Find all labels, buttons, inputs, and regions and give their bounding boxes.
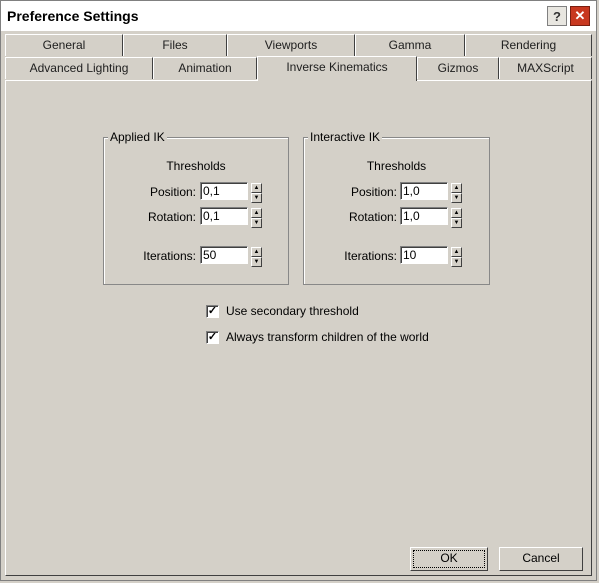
interactive-ik-group: Interactive IK Thresholds Position: ▲ ▼ …: [303, 130, 490, 285]
spinner-down-icon[interactable]: ▼: [251, 193, 262, 203]
interactive-position-row: Position: ▲ ▼: [304, 182, 489, 203]
spinner-down-icon[interactable]: ▼: [451, 257, 462, 267]
applied-ik-title: Applied IK: [108, 130, 167, 144]
close-icon: ✕: [574, 8, 586, 23]
applied-iterations-label: Iterations:: [143, 249, 196, 263]
interactive-rotation-spinner[interactable]: ▲ ▼: [451, 208, 462, 228]
tab-inverse-kinematics[interactable]: Inverse Kinematics: [257, 56, 417, 81]
applied-position-label: Position:: [149, 185, 196, 199]
interactive-rotation-input[interactable]: [400, 207, 448, 225]
spinner-down-icon[interactable]: ▼: [451, 218, 462, 228]
tab-gizmos[interactable]: Gizmos: [417, 57, 499, 79]
always-transform-children-label: Always transform children of the world: [226, 330, 429, 344]
tab-rendering[interactable]: Rendering: [465, 34, 592, 56]
spinner-down-icon[interactable]: ▼: [251, 218, 262, 228]
applied-position-spinner[interactable]: ▲ ▼: [251, 183, 262, 203]
spinner-down-icon[interactable]: ▼: [251, 257, 262, 267]
tab-gamma[interactable]: Gamma: [355, 34, 465, 56]
tab-panel: [5, 80, 592, 576]
tab-animation[interactable]: Animation: [153, 57, 257, 79]
applied-rotation-input[interactable]: [200, 207, 248, 225]
interactive-position-input[interactable]: [400, 182, 448, 200]
spinner-up-icon[interactable]: ▲: [251, 208, 262, 218]
applied-rotation-label: Rotation:: [147, 210, 196, 224]
applied-iterations-row: Iterations: ▲ ▼: [104, 246, 288, 267]
tab-general[interactable]: General: [5, 34, 123, 56]
interactive-iterations-row: Iterations: ▲ ▼: [304, 246, 489, 267]
title-bar: Preference Settings ? ✕: [1, 1, 596, 31]
preference-settings-dialog: Preference Settings ? ✕ General Files Vi…: [0, 0, 597, 581]
window-title: Preference Settings: [7, 8, 139, 24]
spinner-up-icon[interactable]: ▲: [451, 183, 462, 193]
tab-viewports[interactable]: Viewports: [227, 34, 355, 56]
applied-position-row: Position: ▲ ▼: [104, 182, 288, 203]
interactive-rotation-label: Rotation:: [348, 210, 397, 224]
tab-files[interactable]: Files: [123, 34, 227, 56]
applied-rotation-spinner[interactable]: ▲ ▼: [251, 208, 262, 228]
ok-button[interactable]: OK: [410, 547, 488, 571]
applied-iterations-input[interactable]: [200, 246, 248, 264]
use-secondary-threshold-label: Use secondary threshold: [226, 304, 359, 318]
checkmark-icon[interactable]: ✓: [206, 331, 219, 344]
interactive-iterations-input[interactable]: [400, 246, 448, 264]
help-button[interactable]: ?: [547, 6, 567, 26]
applied-ik-group: Applied IK Thresholds Position: ▲ ▼ Rota…: [103, 130, 289, 285]
help-icon: ?: [553, 8, 561, 24]
spinner-up-icon[interactable]: ▲: [251, 247, 262, 257]
applied-iterations-spinner[interactable]: ▲ ▼: [251, 247, 262, 267]
cancel-button[interactable]: Cancel: [499, 547, 583, 571]
applied-position-input[interactable]: [200, 182, 248, 200]
applied-rotation-row: Rotation: ▲ ▼: [104, 207, 288, 228]
spinner-up-icon[interactable]: ▲: [251, 183, 262, 193]
applied-thresholds-label: Thresholds: [166, 159, 226, 173]
interactive-position-label: Position:: [350, 185, 397, 199]
tab-row-2: Advanced Lighting Animation Inverse Kine…: [5, 56, 592, 81]
checkmark-icon[interactable]: ✓: [206, 305, 219, 318]
interactive-iterations-label: Iterations:: [344, 249, 397, 263]
close-button[interactable]: ✕: [570, 6, 590, 26]
interactive-iterations-spinner[interactable]: ▲ ▼: [451, 247, 462, 267]
interactive-ik-title: Interactive IK: [308, 130, 383, 144]
tab-row-1: General Files Viewports Gamma Rendering: [5, 34, 592, 56]
spinner-down-icon[interactable]: ▼: [451, 193, 462, 203]
tab-maxscript[interactable]: MAXScript: [499, 57, 592, 79]
interactive-thresholds-label: Thresholds: [366, 159, 427, 173]
spinner-up-icon[interactable]: ▲: [451, 208, 462, 218]
spinner-up-icon[interactable]: ▲: [451, 247, 462, 257]
interactive-position-spinner[interactable]: ▲ ▼: [451, 183, 462, 203]
interactive-rotation-row: Rotation: ▲ ▼: [304, 207, 489, 228]
tab-advanced-lighting[interactable]: Advanced Lighting: [5, 57, 153, 79]
